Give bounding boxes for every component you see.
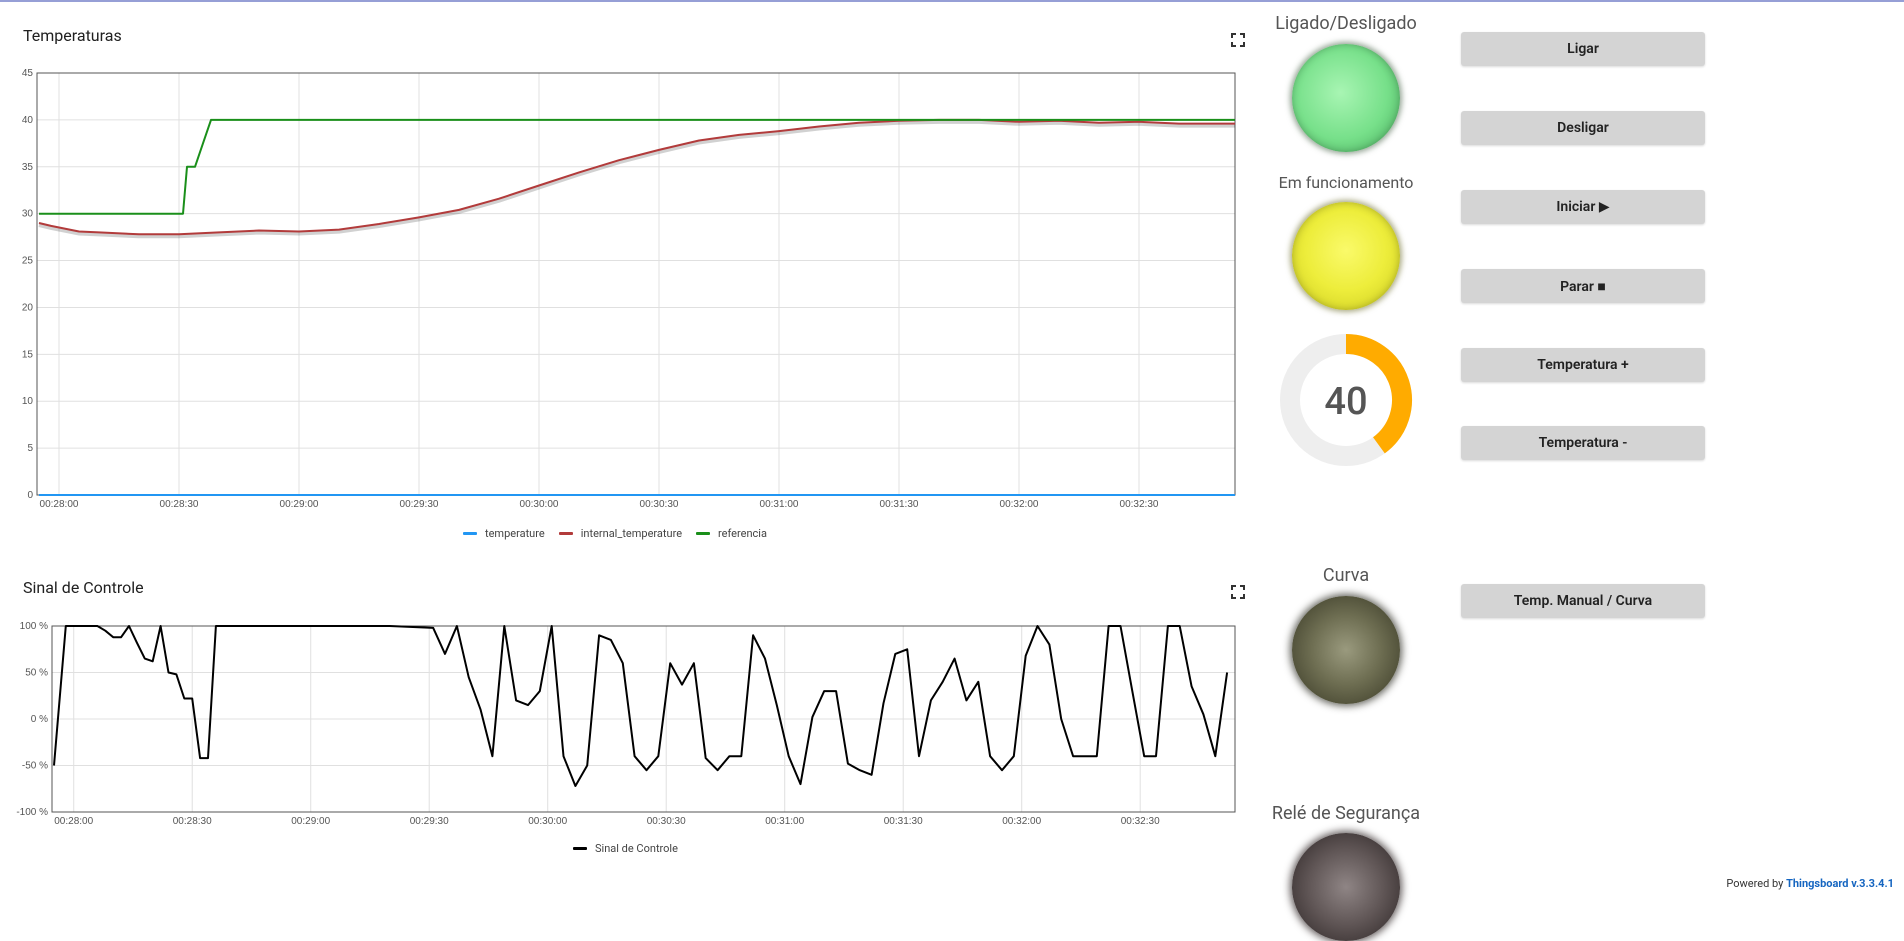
temperatura-mais-button[interactable]: Temperatura + (1461, 348, 1705, 382)
led-title-curva: Curva (1322, 565, 1370, 586)
led-ligado-desligado (1292, 44, 1400, 152)
temperature-chart-widget: Temperaturas 0 5 10 15 20 25 30 35 40 45 00:28:00 0… (0, 0, 1250, 560)
chart-legend: Sinal de Controle (573, 842, 678, 855)
desligar-button[interactable]: Desligar (1461, 111, 1705, 145)
series-line-sinal-de-controle (53, 625, 1229, 787)
y-tick-label: 15 (22, 349, 34, 360)
led-title-em-funcionamento: Em funcionamento (1278, 173, 1414, 192)
parar-button[interactable]: Parar ■ (1461, 269, 1705, 303)
y-tick-label: 25 (22, 256, 34, 267)
y-tick-label: -100 % (16, 807, 48, 818)
legend-item[interactable]: internal_temperature (558, 527, 683, 540)
legend-item[interactable]: temperature (463, 527, 545, 540)
gauge-value: 40 (1324, 380, 1367, 424)
series-shadow (38, 119, 1235, 239)
x-tick-label: 00:28:30 (173, 816, 212, 827)
legend-swatch (573, 847, 587, 850)
control-signal-line-chart: -100 % -50 % 0 % 50 % 100 % 00:28:00 00:28:30 0… (16, 621, 1236, 827)
powered-by-footer: Powered by Thingsboard v.3.3.4.1 (1726, 877, 1894, 890)
temperature-gauge: 40 (1280, 334, 1412, 466)
x-tick-label: 00:32:30 (1121, 816, 1160, 827)
y-tick-label: 35 (22, 162, 34, 173)
y-tick-label: 45 (22, 68, 34, 79)
legend-label: temperature (485, 527, 545, 540)
led-title-rele-seguranca: Relé de Segurança (1271, 803, 1421, 824)
series-line-internal-temperature (38, 118, 1235, 236)
legend-item[interactable]: Sinal de Controle (573, 842, 678, 855)
y-tick-label: 20 (22, 302, 34, 313)
x-tick-label: 00:32:30 (1120, 499, 1159, 510)
led-rele-seguranca (1292, 833, 1400, 941)
legend-label: referencia (718, 527, 767, 540)
y-tick-label: 5 (27, 443, 33, 454)
legend-swatch (696, 532, 711, 535)
x-tick-label: 00:28:30 (160, 499, 199, 510)
legend-swatch (558, 532, 573, 535)
x-tick-label: 00:31:00 (765, 816, 804, 827)
legend-label: internal_temperature (580, 527, 683, 540)
y-tick-label: 10 (22, 396, 34, 407)
led-em-funcionamento (1292, 202, 1400, 310)
powered-by-text: Powered by (1726, 877, 1784, 890)
x-tick-label: 00:30:00 (528, 816, 567, 827)
led-title-ligado: Ligado/Desligado (1275, 13, 1417, 34)
iniciar-button[interactable]: Iniciar ▶ (1461, 190, 1705, 224)
y-tick-label: 50 % (25, 668, 48, 679)
legend-item[interactable]: referencia (696, 527, 767, 540)
y-tick-label: 40 (22, 115, 34, 126)
y-tick-label: 100 % (20, 621, 48, 632)
chart-legend: temperature internal_temperature referenci… (463, 527, 767, 540)
y-tick-label: -50 % (22, 761, 48, 772)
x-tick-label: 00:29:00 (291, 816, 330, 827)
temperatura-menos-button[interactable]: Temperatura - (1461, 426, 1705, 460)
x-tick-label: 00:32:00 (1002, 816, 1041, 827)
x-tick-label: 00:28:00 (54, 816, 93, 827)
control-signal-chart-widget: Sinal de Controle -100 % -50 % 0 % 50 % 100 … (0, 560, 1250, 897)
y-tick-label: 30 (22, 209, 34, 220)
ligar-button[interactable]: Ligar (1461, 32, 1705, 66)
x-tick-label: 00:31:30 (884, 816, 923, 827)
x-tick-label: 00:31:30 (880, 499, 919, 510)
temp-manual-curva-button[interactable]: Temp. Manual / Curva (1461, 584, 1705, 618)
thingsboard-link[interactable]: Thingsboard v.3.3.4.1 (1786, 877, 1894, 890)
x-tick-label: 00:28:00 (40, 499, 79, 510)
x-tick-label: 00:31:00 (760, 499, 799, 510)
x-tick-label: 00:30:30 (647, 816, 686, 827)
plot-area-border (36, 72, 1236, 496)
x-tick-label: 00:29:30 (410, 816, 449, 827)
y-tick-label: 0 % (31, 714, 48, 725)
x-tick-label: 00:30:00 (520, 499, 559, 510)
legend-label: Sinal de Controle (595, 842, 678, 855)
x-tick-label: 00:29:30 (400, 499, 439, 510)
x-tick-label: 00:30:30 (640, 499, 679, 510)
y-tick-label: 0 (27, 490, 33, 501)
led-curva (1292, 596, 1400, 704)
temperature-line-chart: 0 5 10 15 20 25 30 35 40 45 00:28:00 00:28:30 00:29:… (22, 68, 1236, 510)
x-tick-label: 00:29:00 (280, 499, 319, 510)
x-tick-label: 00:32:00 (1000, 499, 1039, 510)
legend-swatch (463, 532, 477, 535)
